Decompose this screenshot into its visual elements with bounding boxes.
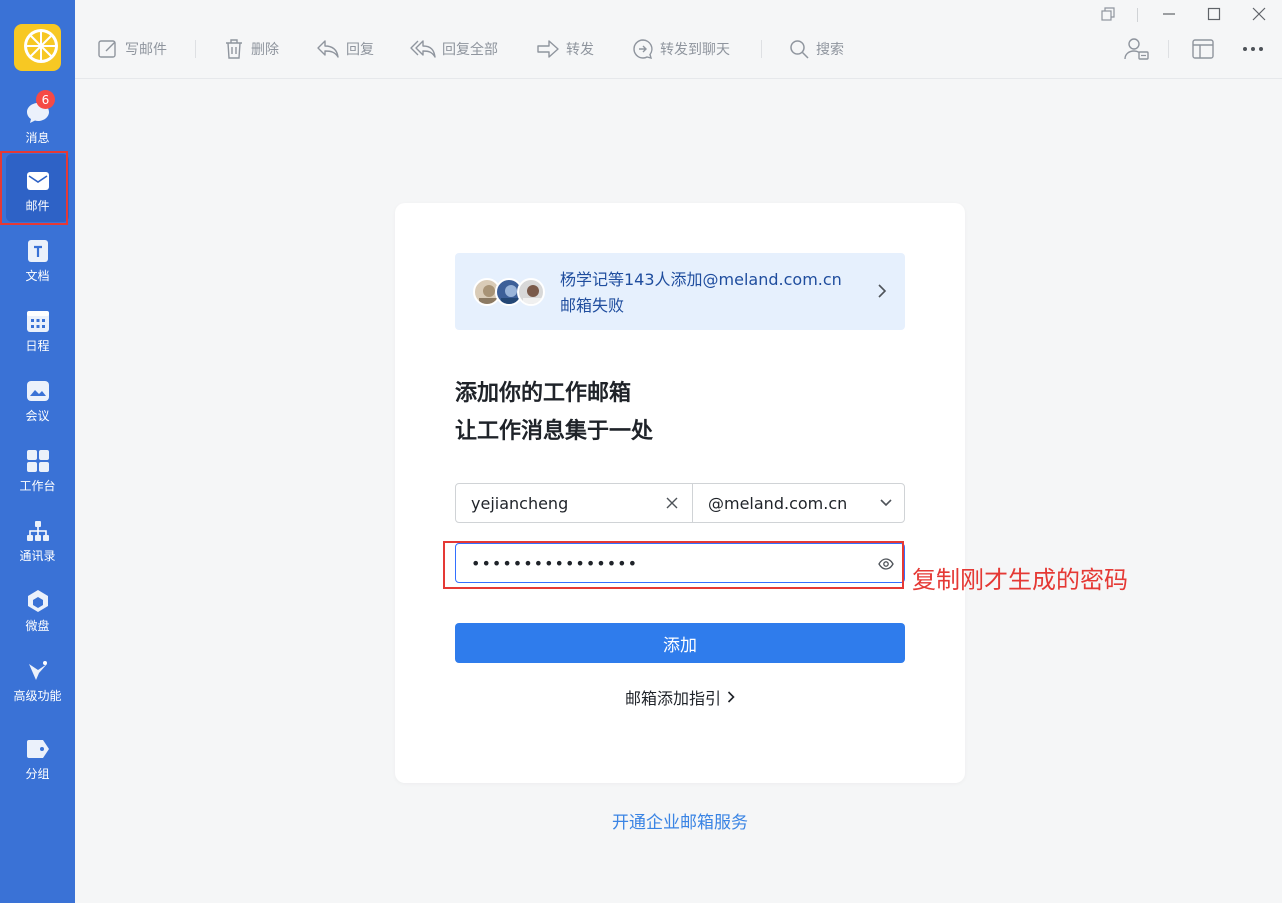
forward-button[interactable]: 转发 [536, 36, 594, 62]
reply-button[interactable]: 回复 [316, 36, 374, 62]
popout-icon [1101, 7, 1115, 21]
reply-all-button[interactable]: 回复全部 [410, 36, 498, 62]
mailbox-guide-link[interactable]: 邮箱添加指引 [395, 685, 965, 709]
calendar-icon [26, 311, 49, 332]
eye-icon [878, 558, 894, 570]
headline-line-2: 让工作消息集于一处 [455, 419, 654, 444]
toolbar-bottom-border [75, 78, 1282, 79]
password-input[interactable] [456, 544, 856, 582]
toggle-password-visibility-button[interactable] [878, 556, 894, 575]
add-button[interactable]: 添加 [455, 623, 905, 663]
search-icon [790, 40, 809, 59]
annotation-text: 复制刚才生成的密码 [912, 566, 1128, 594]
toolbar-divider [761, 40, 762, 58]
add-mailbox-card: 杨学记等143人添加@meland.com.cn 邮箱失败 添加你的工作邮箱 让… [395, 203, 965, 783]
reply-label: 回复 [346, 42, 374, 58]
user-settings-icon [1124, 38, 1149, 60]
more-icon [1243, 47, 1263, 51]
compose-button[interactable]: 写邮件 [97, 36, 167, 62]
nav-calendar-label: 日程 [25, 339, 50, 353]
chevron-down-icon [880, 499, 892, 507]
compose-icon [98, 40, 116, 58]
nav-meeting[interactable]: 会议 [0, 366, 75, 436]
popout-window-button[interactable] [1097, 4, 1119, 24]
search-button[interactable]: 搜索 [788, 36, 844, 62]
layout-toggle-button[interactable] [1191, 36, 1215, 62]
reply-icon [317, 40, 339, 58]
forward-chat-icon [633, 39, 653, 59]
mailbox-guide-label: 邮箱添加指引 [624, 689, 721, 708]
app-logo[interactable] [14, 24, 61, 71]
avatar [517, 278, 545, 306]
toolbar-divider [195, 40, 196, 58]
minimize-icon [1163, 13, 1175, 15]
nav-advanced-label: 高级功能 [13, 689, 62, 703]
chevron-right-icon [878, 284, 887, 298]
notice-line-2: 邮箱失败 [560, 296, 625, 315]
unread-badge: 6 [36, 90, 55, 109]
sidebar: 6 消息 邮件 文档 日程 会议 工作台 通讯录 微盘 高级功能 分组 [0, 0, 75, 903]
delete-button[interactable]: 删除 [223, 36, 279, 62]
reply-all-icon [410, 40, 436, 58]
forward-label: 转发 [566, 42, 594, 58]
cloud-drive-icon [27, 590, 48, 612]
failed-add-notice[interactable]: 杨学记等143人添加@meland.com.cn 邮箱失败 [455, 253, 905, 330]
clear-username-button[interactable] [664, 495, 680, 511]
org-chart-icon [26, 521, 49, 541]
nav-drive-label: 微盘 [25, 619, 50, 633]
more-options-button[interactable] [1241, 36, 1265, 62]
search-label: 搜索 [816, 42, 844, 58]
domain-select[interactable]: @meland.com.cn [693, 484, 905, 522]
email-address-field: @meland.com.cn [455, 483, 905, 523]
layout-icon [1192, 39, 1214, 59]
nav-mail[interactable]: 邮件 [0, 154, 75, 224]
notice-text: 杨学记等143人添加@meland.com.cn 邮箱失败 [560, 267, 860, 319]
nav-docs[interactable]: 文档 [0, 226, 75, 296]
forward-to-chat-button[interactable]: 转发到聊天 [632, 36, 730, 62]
username-input[interactable] [456, 484, 692, 522]
maximize-button[interactable] [1203, 4, 1225, 24]
document-icon [27, 240, 48, 262]
nav-groups[interactable]: 分组 [0, 724, 75, 794]
nav-contacts-label: 通讯录 [19, 549, 56, 563]
window-controls-divider [1137, 8, 1138, 22]
compose-label: 写邮件 [125, 42, 167, 58]
nav-groups-label: 分组 [25, 767, 50, 781]
nav-calendar[interactable]: 日程 [0, 296, 75, 366]
close-window-button[interactable] [1248, 4, 1270, 24]
password-field [455, 543, 905, 583]
contact-settings-button[interactable] [1124, 36, 1150, 62]
trash-icon [226, 39, 242, 59]
nav-advanced[interactable]: 高级功能 [0, 646, 75, 716]
domain-value: @meland.com.cn [708, 493, 848, 513]
nav-messages-label: 消息 [25, 131, 50, 145]
enterprise-mail-link[interactable]: 开通企业邮箱服务 [395, 808, 965, 833]
toolbar-divider [1168, 40, 1169, 58]
minimize-button[interactable] [1158, 4, 1180, 24]
grid-icon [26, 450, 49, 472]
tag-icon [26, 740, 49, 758]
meeting-icon [26, 381, 49, 401]
headline-line-1: 添加你的工作邮箱 [455, 381, 632, 406]
envelope-icon [26, 172, 49, 190]
maximize-icon [1207, 7, 1221, 21]
chevron-right-icon [727, 691, 735, 703]
nav-workbench[interactable]: 工作台 [0, 436, 75, 506]
nav-contacts[interactable]: 通讯录 [0, 506, 75, 576]
nav-mail-label: 邮件 [25, 199, 50, 213]
forward-to-chat-label: 转发到聊天 [660, 42, 730, 58]
nav-workbench-label: 工作台 [19, 479, 56, 493]
notice-line-1: 杨学记等143人添加@meland.com.cn [560, 270, 842, 289]
nav-meeting-label: 会议 [25, 409, 50, 423]
delete-label: 删除 [251, 42, 279, 58]
nav-docs-label: 文档 [25, 269, 50, 283]
close-icon [666, 497, 678, 509]
forward-icon [537, 40, 559, 58]
sparkle-icon [28, 661, 47, 680]
close-icon [1252, 7, 1266, 21]
nav-drive[interactable]: 微盘 [0, 576, 75, 646]
reply-all-label: 回复全部 [442, 42, 498, 58]
